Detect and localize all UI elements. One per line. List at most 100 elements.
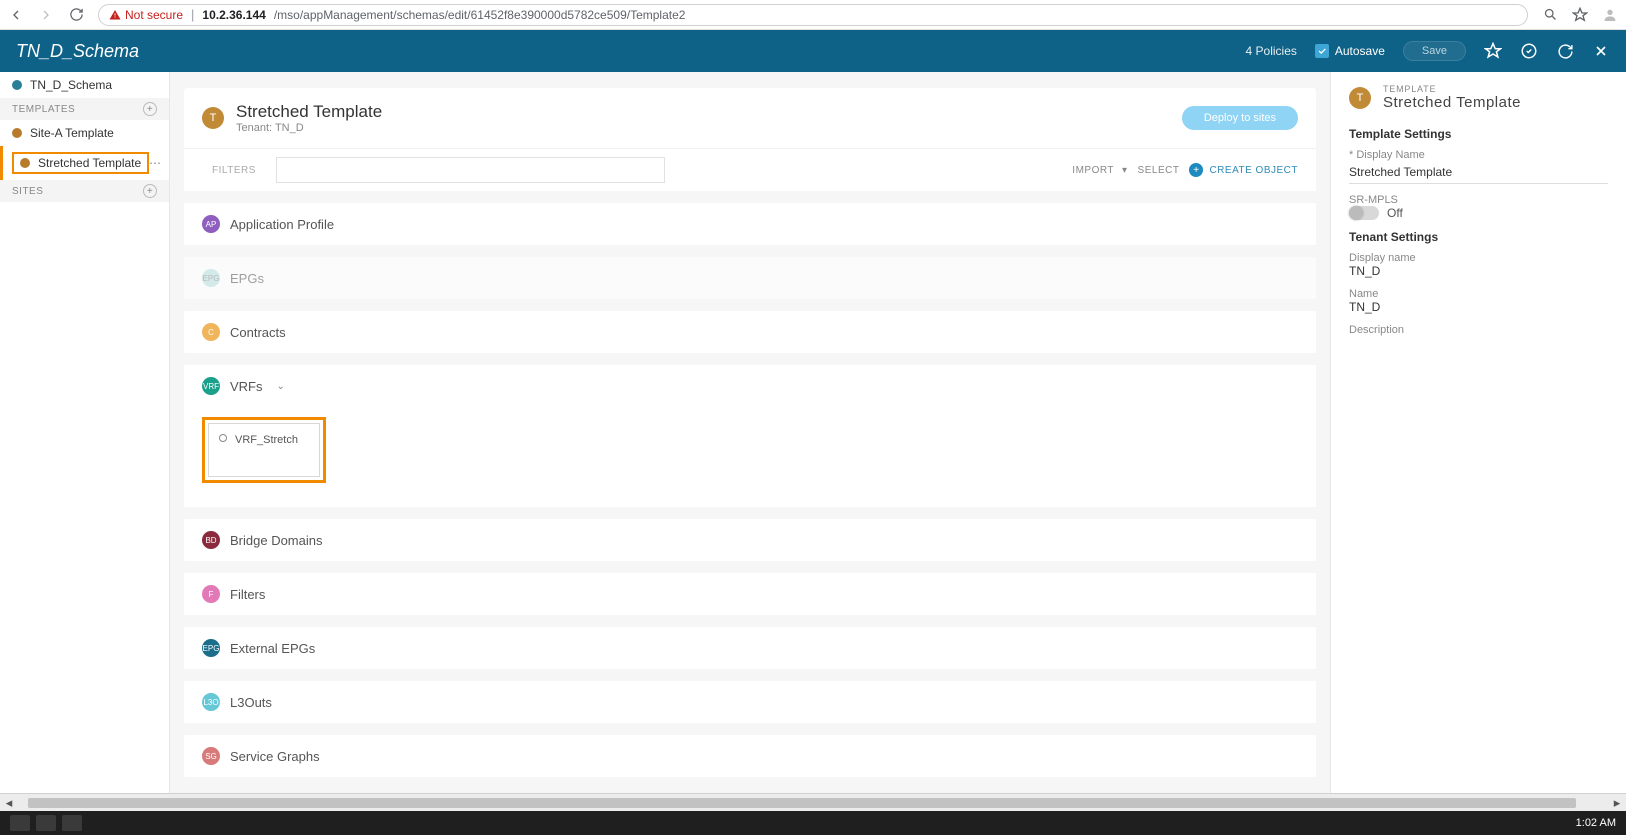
horizontal-scrollbar[interactable]: ◂ ▸: [0, 793, 1626, 811]
display-name-label: * Display Name: [1349, 149, 1608, 161]
srmpls-toggle[interactable]: Off: [1349, 206, 1608, 220]
panel-eyebrow: TEMPLATE: [1383, 84, 1521, 94]
template-item-label: Stretched Template: [38, 156, 141, 170]
section-label: EPGs: [230, 271, 264, 286]
section-label: External EPGs: [230, 641, 315, 656]
tenant-display-name-label: Display name: [1349, 252, 1608, 264]
policies-count[interactable]: 4 Policies: [1246, 44, 1297, 58]
section-bridge-domains[interactable]: BD Bridge Domains: [184, 519, 1316, 561]
import-button[interactable]: IMPORT▾: [1072, 165, 1127, 176]
not-secure-indicator: Not secure: [109, 8, 183, 22]
section-label: Service Graphs: [230, 749, 320, 764]
tenant-name-label: Name: [1349, 288, 1608, 300]
forward-icon[interactable]: [38, 7, 54, 23]
taskbar-app-icon[interactable]: [36, 815, 56, 831]
section-application-profile[interactable]: AP Application Profile: [184, 203, 1316, 245]
vrf-card[interactable]: VRF_Stretch: [208, 423, 320, 477]
templates-section-header: TEMPLATES +: [0, 98, 169, 120]
filters-icon: F: [202, 585, 220, 603]
not-secure-label: Not secure: [125, 8, 183, 22]
section-label: VRFs: [230, 379, 263, 394]
tenant-settings-heading: Tenant Settings: [1349, 230, 1608, 244]
taskbar-app-icon[interactable]: [62, 815, 82, 831]
ext-epgs-icon: EPG: [202, 639, 220, 657]
section-epgs[interactable]: EPG EPGs: [184, 257, 1316, 299]
chevron-down-icon: ▾: [1122, 165, 1128, 176]
section-contracts[interactable]: C Contracts: [184, 311, 1316, 353]
vrf-status-icon: [219, 434, 227, 442]
panel-title: Stretched Template: [1383, 94, 1521, 111]
template-item-label: Site-A Template: [30, 126, 114, 140]
section-vrfs[interactable]: VRF VRFs ⌄ VRF_Stretch: [184, 365, 1316, 507]
app-profile-icon: AP: [202, 215, 220, 233]
close-icon[interactable]: [1592, 42, 1610, 60]
star-outline-icon[interactable]: [1484, 42, 1502, 60]
autosave-label: Autosave: [1335, 44, 1385, 58]
template-item-stretched[interactable]: Stretched Template ⋯: [0, 146, 169, 180]
templates-section-label: TEMPLATES: [12, 104, 75, 115]
refresh-icon[interactable]: [1556, 42, 1574, 60]
l3outs-icon: L3O: [202, 693, 220, 711]
template-item-site-a[interactable]: Site-A Template: [0, 120, 169, 146]
scroll-right-icon[interactable]: ▸: [1608, 795, 1626, 811]
filter-toolbar: FILTERS IMPORT▾ SELECT + CREATE OBJECT: [184, 148, 1316, 191]
left-sidebar: TN_D_Schema TEMPLATES + Site-A Template …: [0, 72, 170, 793]
windows-taskbar: 1:02 AM: [0, 811, 1626, 835]
schema-nav-item[interactable]: TN_D_Schema: [0, 72, 169, 98]
section-label: Application Profile: [230, 217, 334, 232]
create-object-button[interactable]: + CREATE OBJECT: [1189, 163, 1298, 177]
taskbar-app-icon[interactable]: [10, 815, 30, 831]
select-button[interactable]: SELECT: [1138, 165, 1180, 176]
section-label: Filters: [230, 587, 265, 602]
profile-icon[interactable]: [1602, 7, 1618, 23]
deploy-button[interactable]: Deploy to sites: [1182, 106, 1298, 130]
sites-section-label: SITES: [12, 186, 43, 197]
section-filters[interactable]: F Filters: [184, 573, 1316, 615]
plus-icon: +: [1189, 163, 1203, 177]
template-badge: T: [202, 107, 224, 129]
address-bar[interactable]: Not secure | 10.2.36.144/mso/appManageme…: [98, 4, 1528, 26]
service-graphs-icon: SG: [202, 747, 220, 765]
tenant-display-name-value: TN_D: [1349, 264, 1608, 278]
schema-dot-icon: [12, 80, 22, 90]
template-settings-heading: Template Settings: [1349, 127, 1608, 141]
template-more-icon[interactable]: ⋯: [149, 156, 161, 170]
section-l3outs[interactable]: L3O L3Outs: [184, 681, 1316, 723]
template-dot-icon: [12, 128, 22, 138]
display-name-input[interactable]: [1349, 161, 1608, 184]
template-header: T Stretched Template Tenant: TN_D Deploy…: [184, 88, 1316, 148]
srmpls-label: SR-MPLS: [1349, 194, 1608, 206]
scroll-left-icon[interactable]: ◂: [0, 795, 18, 811]
chevron-down-icon[interactable]: ⌄: [277, 381, 285, 392]
back-icon[interactable]: [8, 7, 24, 23]
clock-check-icon[interactable]: [1520, 42, 1538, 60]
sites-section-header: SITES +: [0, 180, 169, 202]
address-host: 10.2.36.144: [202, 8, 265, 22]
check-icon: [1315, 44, 1329, 58]
section-external-epgs[interactable]: EPG External EPGs: [184, 627, 1316, 669]
app-header: TN_D_Schema 4 Policies Autosave Save: [0, 30, 1626, 72]
schema-title: TN_D_Schema: [16, 41, 139, 62]
epgs-icon: EPG: [202, 269, 220, 287]
vrfs-icon: VRF: [202, 377, 220, 395]
reload-icon[interactable]: [68, 7, 84, 23]
add-template-icon[interactable]: +: [143, 102, 157, 116]
section-label: L3Outs: [230, 695, 272, 710]
template-tenant: Tenant: TN_D: [236, 122, 382, 134]
tenant-name-value: TN_D: [1349, 300, 1608, 314]
autosave-toggle[interactable]: Autosave: [1315, 44, 1385, 58]
vrf-card-name: VRF_Stretch: [235, 434, 298, 446]
section-label: Contracts: [230, 325, 286, 340]
description-label: Description: [1349, 324, 1608, 336]
section-label: Bridge Domains: [230, 533, 323, 548]
template-dot-icon: [20, 158, 30, 168]
save-button[interactable]: Save: [1403, 41, 1466, 61]
filter-input[interactable]: [276, 157, 665, 183]
add-site-icon[interactable]: +: [143, 184, 157, 198]
srmpls-value: Off: [1387, 206, 1403, 220]
star-icon[interactable]: [1572, 7, 1588, 23]
filters-label: FILTERS: [202, 159, 266, 182]
section-service-graphs[interactable]: SG Service Graphs: [184, 735, 1316, 777]
properties-panel: T TEMPLATE Stretched Template Template S…: [1330, 72, 1626, 793]
zoom-icon[interactable]: [1542, 7, 1558, 23]
